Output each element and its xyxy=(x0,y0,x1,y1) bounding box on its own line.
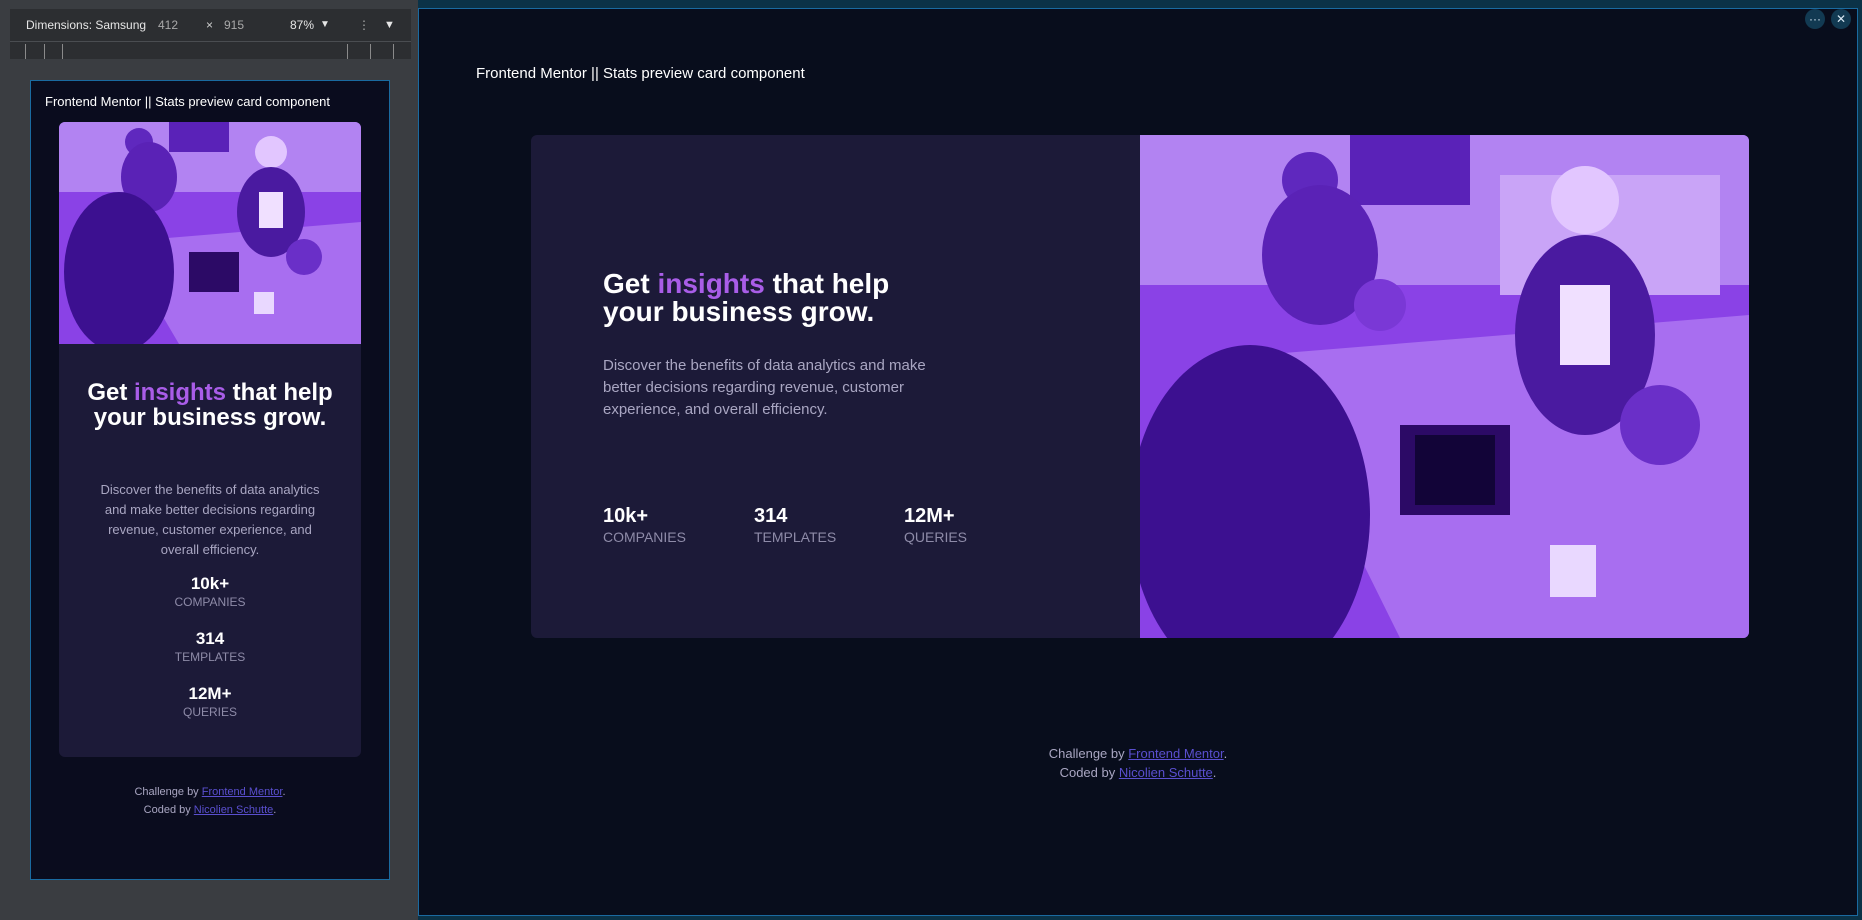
author-link[interactable]: Nicolien Schutte xyxy=(194,804,274,816)
desktop-preview: ··· ✕ Frontend Mentor || Stats preview c… xyxy=(418,8,1858,916)
card-title: Get insights that help your business gro… xyxy=(87,379,333,431)
more-icon[interactable]: ··· xyxy=(1805,9,1825,29)
office-photo xyxy=(59,122,361,344)
attribution: Challenge by Frontend Mentor. Coded by N… xyxy=(134,786,286,816)
card-description: Discover the benefits of data analytics … xyxy=(603,357,926,418)
media-query-ruler[interactable] xyxy=(10,41,411,59)
attribution: Challenge by Frontend Mentor. Coded by N… xyxy=(1048,746,1228,780)
device-emulation-panel: Dimensions: Samsung Galaxy S20 Ultra 412… xyxy=(0,0,418,920)
stats-card: Get insights that help your business gro… xyxy=(59,122,361,757)
stat-templates: 314 TEMPLATES xyxy=(174,629,246,664)
stat-queries: 12M+ QUERIES xyxy=(182,684,237,719)
dimension-separator: × xyxy=(206,18,214,32)
title-accent: insights xyxy=(657,268,765,299)
stat-queries: 12M+ QUERIES xyxy=(904,505,968,545)
stat-templates: 314 TEMPLATES xyxy=(754,505,837,545)
stat-companies: 10k+ COMPANIES xyxy=(174,574,246,609)
device-select[interactable]: Dimensions: Samsung Galaxy S20 Ultra xyxy=(26,9,150,41)
frontend-mentor-link[interactable]: Frontend Mentor xyxy=(202,786,283,798)
card-title: Get insights that help your business gro… xyxy=(603,268,890,327)
stat-companies: 10k+ COMPANIES xyxy=(603,505,686,545)
height-input[interactable]: 915 xyxy=(224,9,244,41)
author-link[interactable]: Nicolien Schutte xyxy=(1119,765,1213,780)
card-description: Discover the benefits of data analytics … xyxy=(100,482,320,557)
page-heading: Frontend Mentor || Stats preview card co… xyxy=(476,65,805,82)
menu-caret-icon[interactable]: ▼ xyxy=(384,9,395,41)
mobile-viewport: Frontend Mentor || Stats preview card co… xyxy=(30,80,390,880)
page-heading: Frontend Mentor || Stats preview card co… xyxy=(45,94,330,109)
device-toolbar: Dimensions: Samsung Galaxy S20 Ultra 412… xyxy=(10,9,411,41)
preview-controls: ··· ✕ xyxy=(1805,9,1851,29)
width-input[interactable]: 412 xyxy=(158,9,178,41)
office-photo xyxy=(1140,135,1749,638)
zoom-select[interactable]: 87% xyxy=(290,9,314,41)
frontend-mentor-link[interactable]: Frontend Mentor xyxy=(1128,746,1223,761)
zoom-caret-icon[interactable]: ▼ xyxy=(320,9,330,41)
close-icon[interactable]: ✕ xyxy=(1831,9,1851,29)
stats-card: Get insights that help your business gro… xyxy=(531,135,1749,638)
title-accent: insights xyxy=(134,379,227,406)
more-options-icon[interactable]: ⋮ xyxy=(358,9,370,41)
